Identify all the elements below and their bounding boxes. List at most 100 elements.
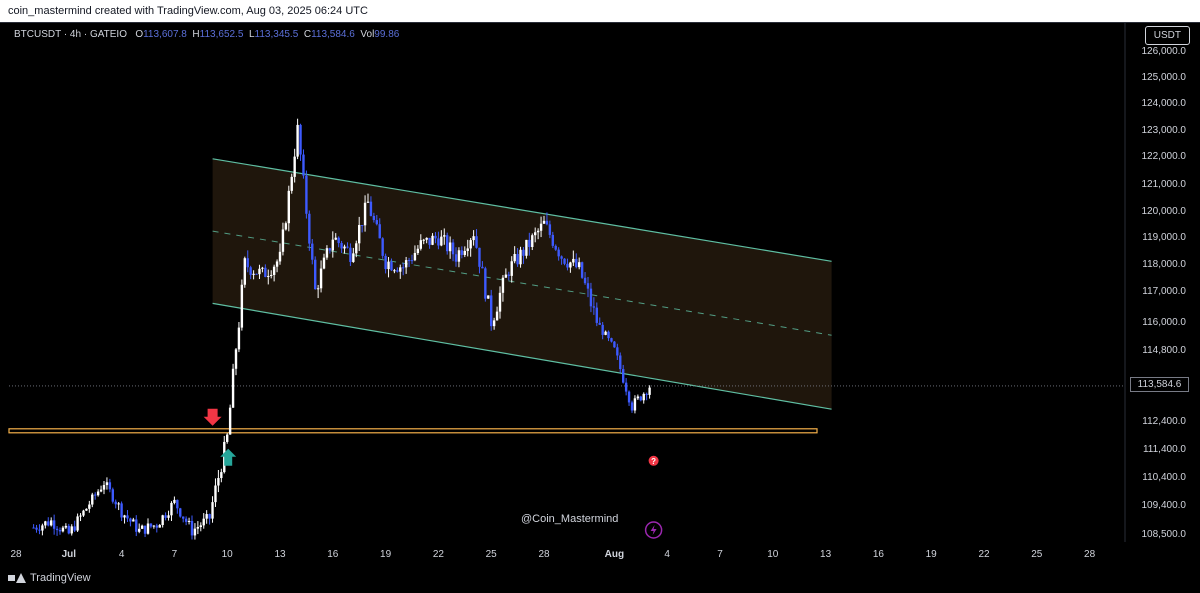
- candle-body: [149, 523, 153, 527]
- candle-body: [425, 237, 428, 240]
- candle-body: [319, 268, 323, 289]
- candle-body: [61, 527, 65, 532]
- candle-body: [569, 262, 572, 268]
- y-tick-label: 116,000.0: [1142, 317, 1186, 328]
- candle-body: [196, 526, 200, 529]
- candle-body: [170, 502, 173, 516]
- volume-label: Vol: [360, 29, 375, 40]
- candle-body: [595, 307, 598, 323]
- candle-body: [334, 237, 337, 240]
- candle-body: [202, 518, 205, 526]
- y-tick-label: 117,000.0: [1142, 286, 1186, 297]
- currency-button[interactable]: USDT: [1144, 26, 1190, 45]
- candle-body: [240, 284, 244, 328]
- candle-body: [120, 503, 123, 518]
- x-tick-label: 28: [1084, 549, 1096, 560]
- x-tick-label: 25: [1031, 549, 1043, 560]
- candle-body: [633, 398, 637, 411]
- candle-body: [384, 255, 387, 270]
- support-zone[interactable]: [8, 428, 818, 434]
- candle-body: [413, 252, 417, 261]
- candle-body: [88, 504, 91, 509]
- candle-body: [85, 508, 88, 511]
- candle-body: [226, 434, 229, 442]
- candle-body: [507, 274, 510, 276]
- candle-body: [258, 268, 261, 275]
- candle-body: [451, 242, 455, 255]
- candle-body: [190, 520, 194, 536]
- candle-body: [55, 528, 59, 531]
- candle-body: [308, 213, 311, 244]
- candle-body: [349, 247, 352, 262]
- candle-body: [627, 391, 631, 403]
- candle-body: [369, 201, 373, 216]
- candle-body: [472, 236, 475, 241]
- candle-body: [419, 240, 422, 249]
- candle-body: [616, 347, 619, 356]
- y-tick-label: 126,000.0: [1142, 46, 1187, 57]
- candle-body: [563, 258, 566, 264]
- y-tick-label: 124,000.0: [1142, 98, 1187, 109]
- candle-body: [586, 283, 590, 289]
- candle-body: [302, 154, 305, 176]
- candle-body: [322, 257, 326, 269]
- candle-body: [375, 220, 378, 225]
- candle-body: [264, 267, 267, 277]
- x-tick-label: 7: [717, 549, 723, 560]
- candle-body: [123, 515, 126, 518]
- candle-body: [234, 349, 238, 369]
- candle-body: [126, 515, 129, 519]
- candle-body: [284, 223, 288, 230]
- symbol-label[interactable]: BTCUSDT · 4h · GATEIO: [14, 29, 127, 40]
- candle-body: [261, 267, 264, 269]
- price-chart[interactable]: ? 108,500.0 109,400.0 110,400.0 111,400.0 112…: [0, 22, 1200, 563]
- x-tick-label: 19: [926, 549, 938, 560]
- candle-body: [575, 258, 578, 268]
- candle-body: [498, 292, 502, 312]
- candle-body: [492, 320, 496, 327]
- candle-body: [35, 527, 38, 530]
- last-price-tag: 113,584.6: [1130, 377, 1189, 392]
- tradingview-logo[interactable]: TradingView: [8, 572, 91, 584]
- candle-body: [290, 176, 293, 191]
- close-label: C: [303, 29, 312, 40]
- candle-body: [325, 248, 329, 258]
- candle-body: [360, 225, 364, 227]
- candle-body: [495, 311, 499, 321]
- tradingview-logo-icon: [8, 573, 26, 583]
- candle-body: [434, 235, 437, 239]
- candle-body: [96, 491, 100, 496]
- candle-body: [592, 306, 596, 308]
- attribution-text: coin_mastermind created with TradingView…: [8, 5, 368, 17]
- candle-body: [554, 245, 557, 250]
- candle-body: [469, 240, 472, 249]
- candle-body: [343, 246, 346, 249]
- candle-body: [639, 396, 642, 401]
- candle-body: [548, 224, 552, 235]
- x-tick-label: Jul: [62, 549, 77, 560]
- y-tick-label: 111,400.0: [1143, 444, 1186, 455]
- candle-body: [161, 515, 164, 526]
- candle-body: [604, 331, 607, 335]
- candle-body: [155, 525, 158, 528]
- candle-body: [381, 238, 384, 256]
- candle-body: [407, 260, 411, 262]
- candle-body: [249, 267, 252, 275]
- candle-body: [598, 322, 601, 325]
- y-tick-label: 114,800.0: [1142, 345, 1186, 356]
- candle-body: [102, 485, 106, 490]
- candle-body: [457, 250, 461, 262]
- candle-body: [578, 262, 581, 268]
- candle-body: [243, 258, 246, 285]
- x-tick-label: 22: [978, 549, 990, 560]
- candle-body: [164, 515, 167, 518]
- candle-body: [299, 124, 302, 155]
- candle-body: [551, 234, 554, 246]
- candle-body: [410, 260, 414, 262]
- candle-body: [531, 235, 534, 248]
- candle-body: [167, 515, 170, 518]
- candle-body: [366, 201, 370, 203]
- candle-body: [64, 525, 68, 528]
- candle-body: [275, 261, 279, 267]
- candle-body: [416, 248, 420, 253]
